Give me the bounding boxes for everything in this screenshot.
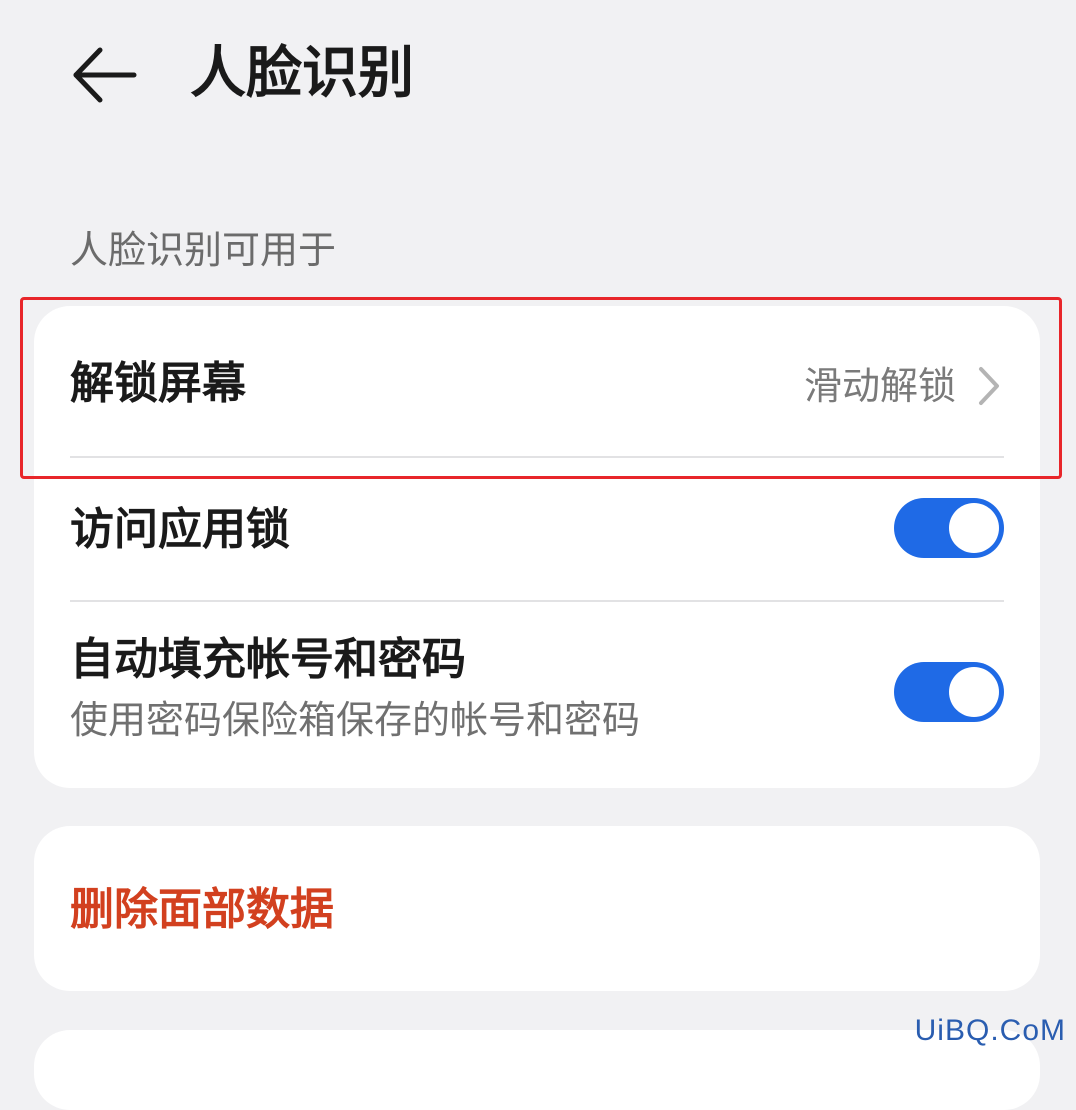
delete-card: 删除面部数据 (34, 826, 1040, 991)
unlock-screen-title: 解锁屏幕 (70, 358, 246, 409)
delete-face-data-button[interactable]: 删除面部数据 (70, 880, 334, 940)
toggle-knob (949, 503, 999, 553)
watermark: UiBQ.CoM (914, 1014, 1066, 1047)
autofill-toggle[interactable] (894, 662, 1004, 722)
back-button[interactable] (66, 40, 146, 110)
autofill-row[interactable]: 自动填充帐号和密码 使用密码保险箱保存的帐号和密码 (34, 600, 1040, 788)
app-lock-toggle[interactable] (894, 498, 1004, 558)
chevron-right-icon (979, 367, 999, 405)
arrow-left-icon (73, 47, 137, 103)
autofill-subtitle: 使用密码保险箱保存的帐号和密码 (70, 698, 641, 742)
face-usage-card: 解锁屏幕 滑动解锁 访问应用锁 自动填充帐号和密码 使用密码保险箱保存的帐号和密… (34, 306, 1040, 788)
unlock-screen-row[interactable]: 解锁屏幕 滑动解锁 (34, 306, 1040, 456)
top-app-bar: 人脸识别 (0, 0, 1076, 150)
bottom-card (34, 1030, 1040, 1110)
app-lock-title: 访问应用锁 (70, 504, 290, 555)
autofill-title: 自动填充帐号和密码 (70, 634, 466, 685)
toggle-knob (949, 667, 999, 717)
section-label: 人脸识别可用于 (70, 228, 337, 272)
page-title: 人脸识别 (190, 41, 414, 106)
unlock-screen-value: 滑动解锁 (803, 364, 956, 408)
app-lock-row[interactable]: 访问应用锁 (34, 456, 1040, 600)
